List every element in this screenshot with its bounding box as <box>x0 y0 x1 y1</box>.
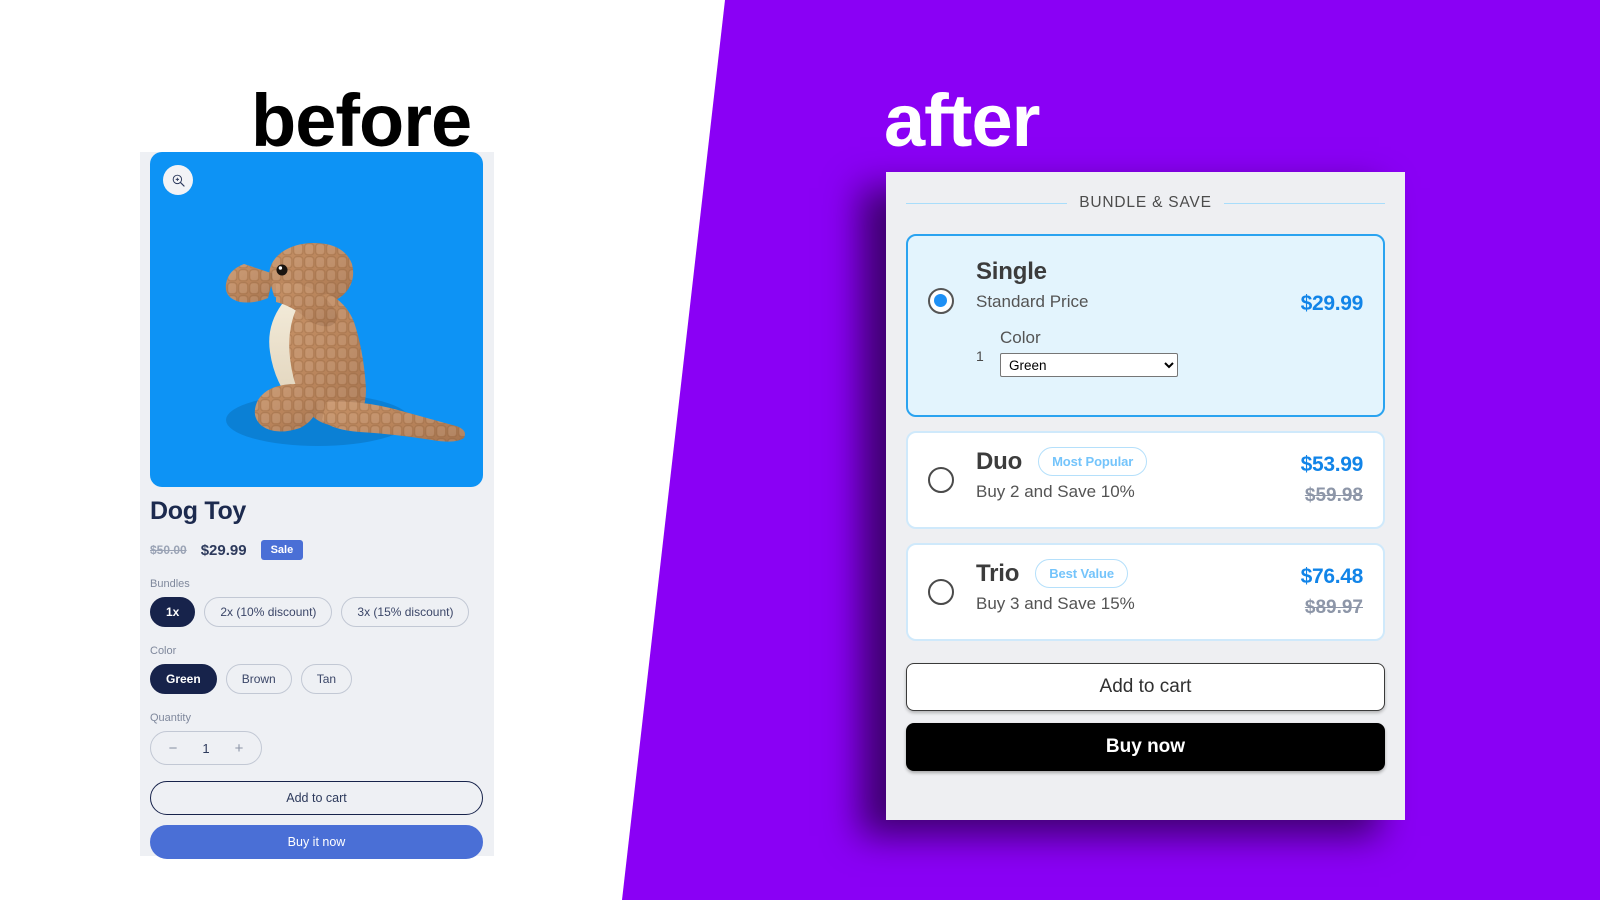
variant-index: 1 <box>976 348 984 364</box>
duo-prices: $53.99 $59.98 <box>1300 453 1364 507</box>
heading-after: after <box>884 79 1040 162</box>
bundle-option-trio[interactable]: Trio Best Value Buy 3 and Save 15% $76.4… <box>906 543 1385 641</box>
price-row: $50.00 $29.99 Sale <box>150 540 483 560</box>
product-info: Dog Toy $50.00 $29.99 Sale Bundles 1x 2x… <box>150 497 483 859</box>
variant-color-select[interactable]: Green Brown Tan <box>1000 353 1178 377</box>
quantity-stepper: − 1 + <box>150 731 262 765</box>
color-option-brown[interactable]: Brown <box>225 664 292 694</box>
duo-tag-badge: Most Popular <box>1038 447 1148 476</box>
bundle-option-duo[interactable]: Duo Most Popular Buy 2 and Save 10% $53.… <box>906 431 1385 529</box>
duo-compare-at-price: $59.98 <box>1304 485 1363 506</box>
dog-toy-plush-image <box>225 243 465 446</box>
comparison-stage: before after Dog Toy $50.00 $29.99 Sale … <box>0 0 1600 900</box>
before-buy-now-button[interactable]: Buy it now <box>150 825 483 859</box>
divider-left <box>906 202 1068 204</box>
heading-before: before <box>251 79 472 162</box>
bundle-option-single[interactable]: Single Standard Price $29.99 1 Color Gre… <box>906 234 1385 417</box>
before-product-card: Dog Toy $50.00 $29.99 Sale Bundles 1x 2x… <box>140 152 494 859</box>
bundle-option-3x[interactable]: 3x (15% discount) <box>341 597 470 627</box>
bundle-save-title: BUNDLE & SAVE <box>1079 194 1212 211</box>
divider-right <box>1223 202 1385 204</box>
bundles-label: Bundles <box>150 578 190 590</box>
before-add-to-cart-button[interactable]: Add to cart <box>150 781 483 815</box>
radio-trio[interactable] <box>928 579 954 605</box>
color-option-green[interactable]: Green <box>150 664 217 694</box>
trio-compare-at-price: $89.97 <box>1304 597 1363 618</box>
product-title: Dog Toy <box>150 497 247 525</box>
compare-at-price: $50.00 <box>150 543 187 557</box>
single-prices: $29.99 <box>1300 292 1364 316</box>
color-options: Green Brown Tan <box>150 664 483 694</box>
sale-badge: Sale <box>260 540 304 560</box>
after-add-to-cart-button[interactable]: Add to cart <box>906 663 1385 711</box>
trio-price: $76.48 <box>1300 565 1364 588</box>
after-buy-now-button[interactable]: Buy now <box>906 723 1385 771</box>
single-name: Single <box>976 258 1047 285</box>
bundle-options-list: Single Standard Price $29.99 1 Color Gre… <box>906 234 1385 641</box>
color-label: Color <box>150 645 177 657</box>
quantity-label: Quantity <box>150 712 191 724</box>
product-image <box>150 152 483 487</box>
current-price: $29.99 <box>200 541 247 559</box>
radio-dot <box>934 294 947 307</box>
variant-color-label: Color <box>1000 328 1041 347</box>
quantity-value: 1 <box>202 740 210 756</box>
duo-price: $53.99 <box>1300 453 1364 476</box>
single-variant-block: 1 Color Green Brown Tan <box>976 328 1363 377</box>
single-title-row: Single <box>976 258 1363 286</box>
zoom-icon[interactable] <box>163 165 193 195</box>
bundle-option-1x[interactable]: 1x <box>150 597 196 627</box>
trio-prices: $76.48 $89.97 <box>1300 565 1364 619</box>
trio-tag-badge: Best Value <box>1035 559 1128 588</box>
quantity-increment-button[interactable]: + <box>223 732 255 764</box>
magnifier-plus-icon <box>172 174 185 187</box>
single-price: $29.99 <box>1300 292 1364 315</box>
after-bundle-card: BUNDLE & SAVE Single Standard Price $29.… <box>886 172 1405 820</box>
bundles-options: 1x 2x (10% discount) 3x (15% discount) <box>150 597 483 627</box>
quantity-decrement-button[interactable]: − <box>157 732 189 764</box>
trio-name: Trio <box>976 559 1020 587</box>
radio-single[interactable] <box>928 288 954 314</box>
bundle-option-2x[interactable]: 2x (10% discount) <box>204 597 333 627</box>
radio-duo[interactable] <box>928 467 954 493</box>
bundle-save-header: BUNDLE & SAVE <box>906 194 1385 212</box>
duo-name: Duo <box>976 447 1023 475</box>
after-action-buttons: Add to cart Buy now <box>906 663 1385 771</box>
color-option-tan[interactable]: Tan <box>300 664 353 694</box>
